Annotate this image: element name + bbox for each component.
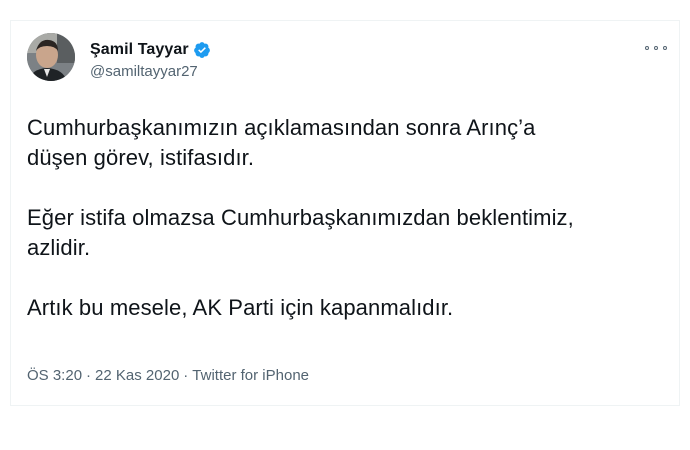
meta-separator: · [183, 367, 189, 384]
tweet-text-line: düşen görev, istifasıdır. [27, 145, 255, 170]
username[interactable]: @samiltayyar27 [90, 63, 198, 80]
author-name-row: Şamil Tayyar [90, 40, 211, 60]
tweet-timestamp-link[interactable]: ÖS 3:20 · 22 Kas 2020 [27, 367, 179, 384]
tweet-text-line: azlidir. [27, 235, 91, 260]
tweet-date: 22 Kas 2020 [95, 367, 180, 384]
tweet-card: Şamil Tayyar @samiltayyar27 Cumhurbaşkan… [10, 20, 680, 406]
tweet-time: ÖS 3:20 [27, 367, 83, 384]
tweet-text-line: Eğer istifa olmazsa Cumhurbaşkanımızdan … [27, 205, 574, 230]
avatar[interactable] [27, 33, 75, 81]
tweet-text: Cumhurbaşkanımızın açıklamasından sonra … [27, 113, 667, 323]
more-options-icon[interactable] [645, 39, 667, 57]
tweet-source-link[interactable]: Twitter for iPhone [192, 367, 309, 384]
verified-badge-icon [193, 41, 211, 59]
tweet-text-line: Cumhurbaşkanımızın açıklamasından sonra … [27, 115, 536, 140]
tweet-meta: ÖS 3:20 · 22 Kas 2020 · Twitter for iPhone [27, 367, 309, 384]
display-name[interactable]: Şamil Tayyar [90, 41, 189, 59]
tweet-text-line: Artık bu mesele, AK Parti için kapanmalı… [27, 295, 454, 320]
meta-separator: · [86, 367, 92, 384]
